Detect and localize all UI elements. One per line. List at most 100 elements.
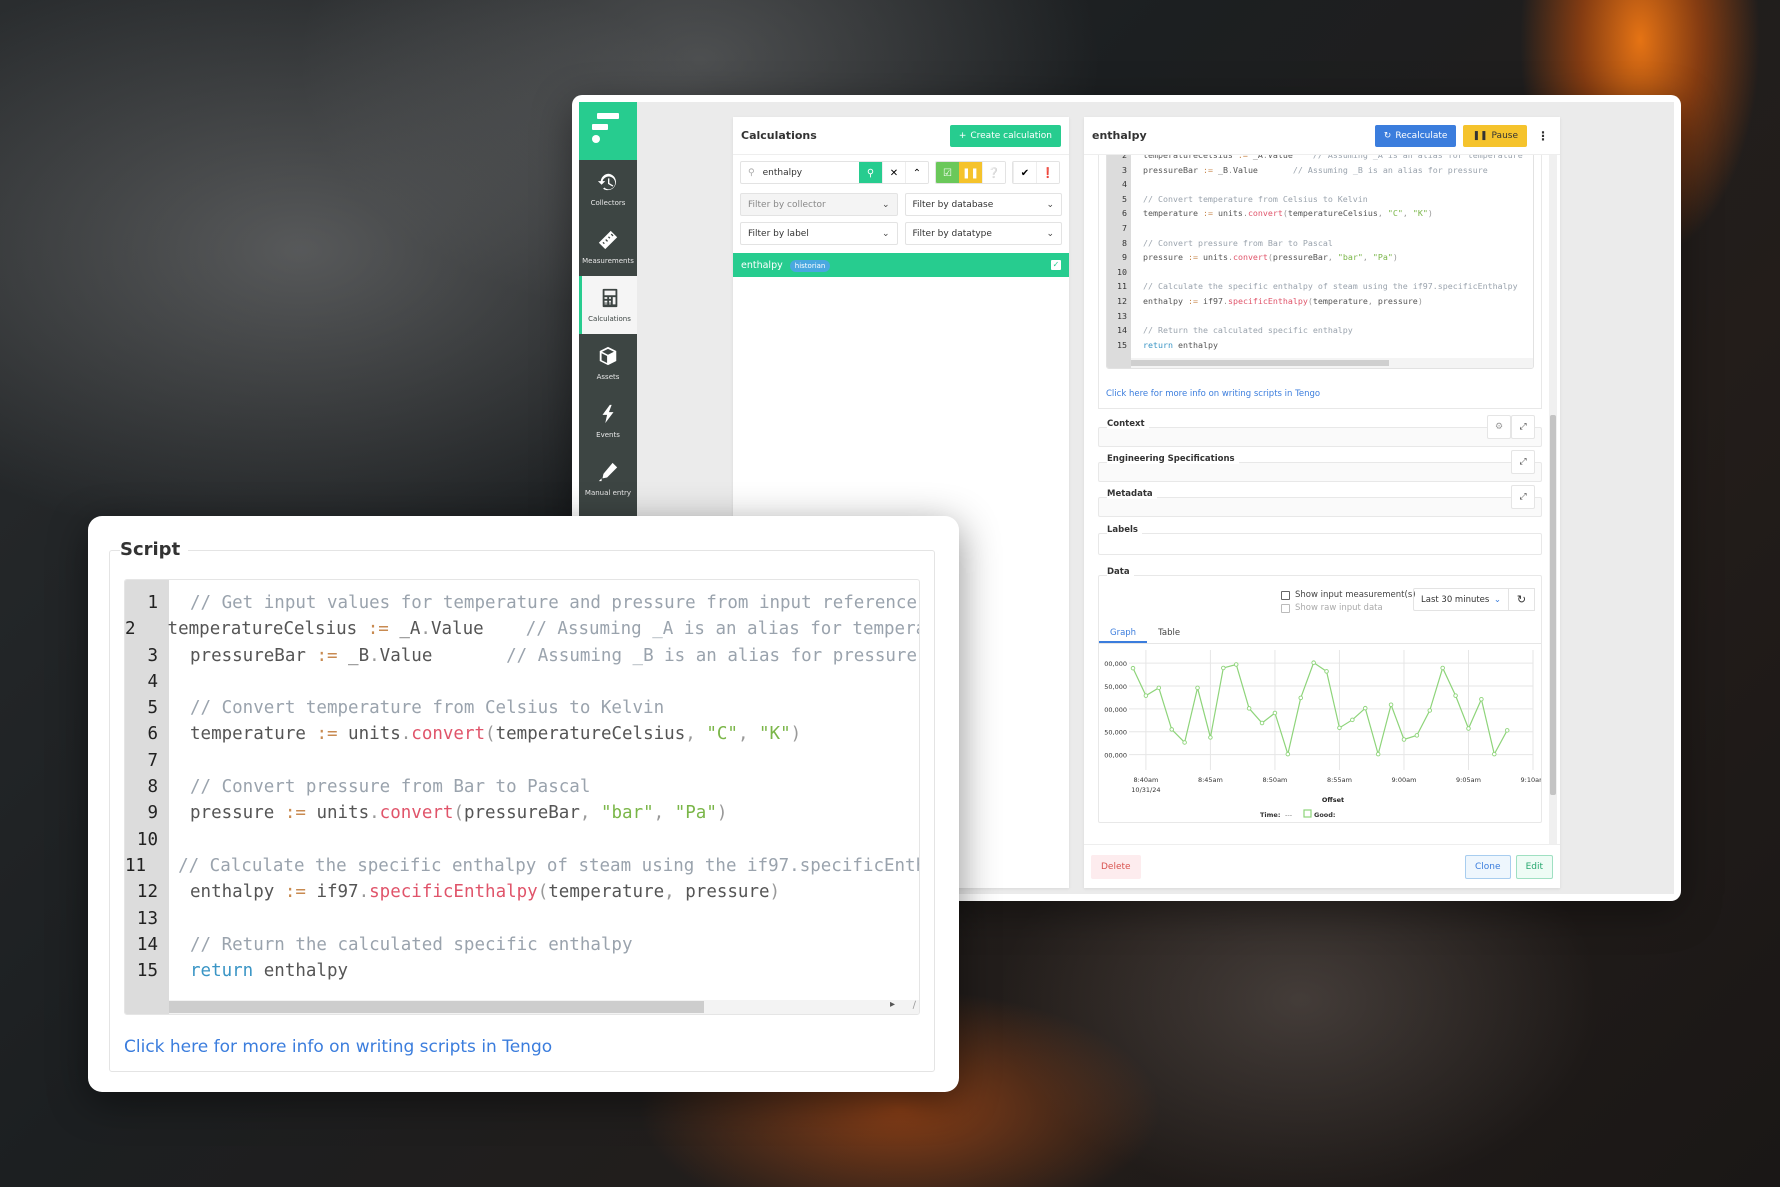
line-number: 14: [136, 934, 158, 955]
refresh-button[interactable]: ↻: [1509, 588, 1535, 612]
chevron-up-icon: ⌃: [912, 168, 922, 179]
data-point: [1208, 735, 1213, 740]
sidebar-item-measurements[interactable]: Measurements: [579, 218, 637, 276]
resize-handle-icon[interactable]: ∕: [913, 1000, 916, 1011]
x-tick-label: 8:45am: [1198, 776, 1223, 784]
pen-icon: [598, 462, 618, 482]
code-text: temperature := units.convert(temperature…: [1143, 208, 1433, 219]
data-point: [1311, 660, 1316, 666]
engineering-specifications-section[interactable]: Engineering Specifications ⤢: [1098, 450, 1542, 483]
x-tick-label: 9:05am: [1456, 776, 1481, 784]
sidebar-item-manual-entry[interactable]: Manual entry: [579, 450, 637, 508]
tab-table[interactable]: Table: [1147, 624, 1191, 643]
script-title: Script: [120, 539, 189, 560]
context-expand-button[interactable]: ⤢: [1511, 415, 1535, 440]
more-options-icon[interactable]: ⋮: [1534, 129, 1552, 143]
filter-datatype-select[interactable]: Filter by datatype ⌄: [904, 222, 1062, 245]
time-range-select[interactable]: Last 30 minutes ⌄: [1413, 588, 1509, 612]
data-point: [1130, 666, 1136, 671]
checkbox[interactable]: [1281, 590, 1290, 600]
create-calculation-button[interactable]: + Create calculation: [949, 124, 1061, 147]
active-checkbox[interactable]: ✓: [1051, 260, 1061, 270]
filter-error-button[interactable]: ❗: [1036, 162, 1059, 183]
context-section[interactable]: Context ⚙ ⤢: [1098, 415, 1542, 448]
sidebar-item-events[interactable]: Events: [579, 392, 637, 450]
filter-collector-label: Filter by collector: [748, 199, 826, 210]
show-raw-checkbox[interactable]: Show raw input data: [1281, 603, 1416, 613]
tengo-docs-link[interactable]: Click here for more info on writing scri…: [1106, 389, 1320, 399]
y-tick-label: 00,000: [1104, 660, 1127, 668]
clone-button[interactable]: Clone: [1465, 854, 1511, 879]
code-line: 4: [1107, 177, 1533, 192]
filter-database-label: Filter by database: [912, 199, 994, 210]
list-item[interactable]: enthalpy historian ✓: [733, 253, 1069, 277]
section-title: Metadata: [1107, 489, 1157, 500]
sidebar-item-label: Measurements: [582, 257, 634, 265]
data-point: [1350, 717, 1355, 723]
clear-search-button[interactable]: ✕: [882, 162, 905, 183]
line-number: 15: [136, 961, 158, 982]
collapse-button[interactable]: ⌃: [905, 162, 928, 183]
vertical-scrollbar[interactable]: [1549, 155, 1557, 844]
horizontal-scrollbar[interactable]: [1131, 358, 1533, 369]
code-line: 11 // Calculate the specific enthalpy of …: [125, 853, 919, 879]
sidebar-item-calculations[interactable]: Calculations: [579, 276, 637, 334]
sidebar-item-collectors[interactable]: Collectors: [579, 160, 637, 218]
bolt-icon: [602, 404, 614, 424]
line-number: 6: [147, 724, 158, 745]
search-group: ⚲ enthalpy ⚲ ✕ ⌃: [740, 161, 929, 184]
metadata-expand-button[interactable]: ⤢: [1511, 485, 1535, 510]
filter-row-2: Filter by label ⌄ Filter by datatype ⌄: [733, 219, 1069, 248]
edit-button[interactable]: Edit: [1515, 854, 1553, 879]
pause-button[interactable]: ❚❚ Pause: [1463, 124, 1527, 147]
app-logo[interactable]: [579, 102, 637, 160]
close-icon: ✕: [889, 168, 899, 179]
filter-active-button[interactable]: ☑: [936, 162, 959, 183]
tab-graph[interactable]: Graph: [1099, 624, 1148, 644]
code-box: 1 // Get input values for temperature and…: [124, 579, 920, 1015]
code-text: // Return the calculated specific enthal…: [190, 934, 633, 955]
legend-time-value: ---: [1285, 811, 1293, 819]
filter-database-select[interactable]: Filter by database ⌄: [904, 193, 1062, 216]
detail-footer: Delete Clone Edit: [1084, 844, 1560, 888]
code-line: 15 return enthalpy: [125, 958, 919, 984]
data-tabs: Graph Table: [1099, 624, 1541, 645]
filter-paused-button[interactable]: ❚❚: [959, 162, 982, 183]
scroll-right-icon[interactable]: ▸: [890, 999, 895, 1010]
code-text: return enthalpy: [1143, 339, 1218, 350]
line-number: 8: [1122, 237, 1127, 248]
line-number: 13: [136, 908, 158, 929]
refresh-icon: ↻: [1516, 593, 1527, 607]
y-tick-label: 00,000: [1104, 706, 1127, 714]
delete-button[interactable]: Delete: [1091, 854, 1141, 879]
engineering-expand-button[interactable]: ⤢: [1511, 450, 1535, 475]
checkbox[interactable]: [1281, 603, 1290, 613]
search-button[interactable]: ⚲: [859, 162, 882, 183]
x-tick-label: 8:40am: [1133, 776, 1158, 784]
tengo-docs-link[interactable]: Click here for more info on writing scri…: [124, 1037, 552, 1057]
script-editor[interactable]: 1 // Get input values for temperature and…: [124, 579, 920, 1015]
recalculate-button[interactable]: ↻ Recalculate: [1374, 124, 1457, 147]
show-input-checkbox[interactable]: Show input measurement(s): [1281, 590, 1416, 600]
context-settings-button[interactable]: ⚙: [1487, 415, 1511, 440]
filter-unknown-button[interactable]: ❔: [982, 162, 1005, 183]
pause-label: Pause: [1491, 130, 1518, 141]
filter-ok-button[interactable]: ✔: [1013, 162, 1036, 183]
filter-label-select[interactable]: Filter by label ⌄: [740, 222, 898, 245]
search-input[interactable]: ⚲ enthalpy: [741, 162, 859, 183]
metadata-section[interactable]: Metadata ⤢: [1098, 485, 1542, 518]
horizontal-scrollbar[interactable]: ▸ ∕: [169, 999, 919, 1014]
sidebar-item-assets[interactable]: Assets: [579, 334, 637, 392]
code-line: 12 enthalpy := if97.specificEnthalpy(temp…: [125, 879, 919, 905]
filter-collector-select[interactable]: Filter by collector ⌄: [740, 193, 898, 216]
script-link-row: Click here for more info on writing scri…: [1106, 381, 1534, 400]
chevron-down-icon: ⌄: [1046, 228, 1054, 239]
code-text: // Get input values for temperature and …: [190, 593, 917, 613]
code-line: 10: [125, 827, 919, 853]
code-text: // Convert temperature from Celsius to K…: [190, 698, 665, 719]
code-text: temperatureCelsius := _A.Value // Assumi…: [1143, 155, 1523, 160]
data-point: [1479, 697, 1484, 702]
script-editor-small[interactable]: 2 temperatureCelsius := _A.Value // Assum…: [1106, 155, 1534, 370]
line-number: 7: [1122, 222, 1127, 233]
